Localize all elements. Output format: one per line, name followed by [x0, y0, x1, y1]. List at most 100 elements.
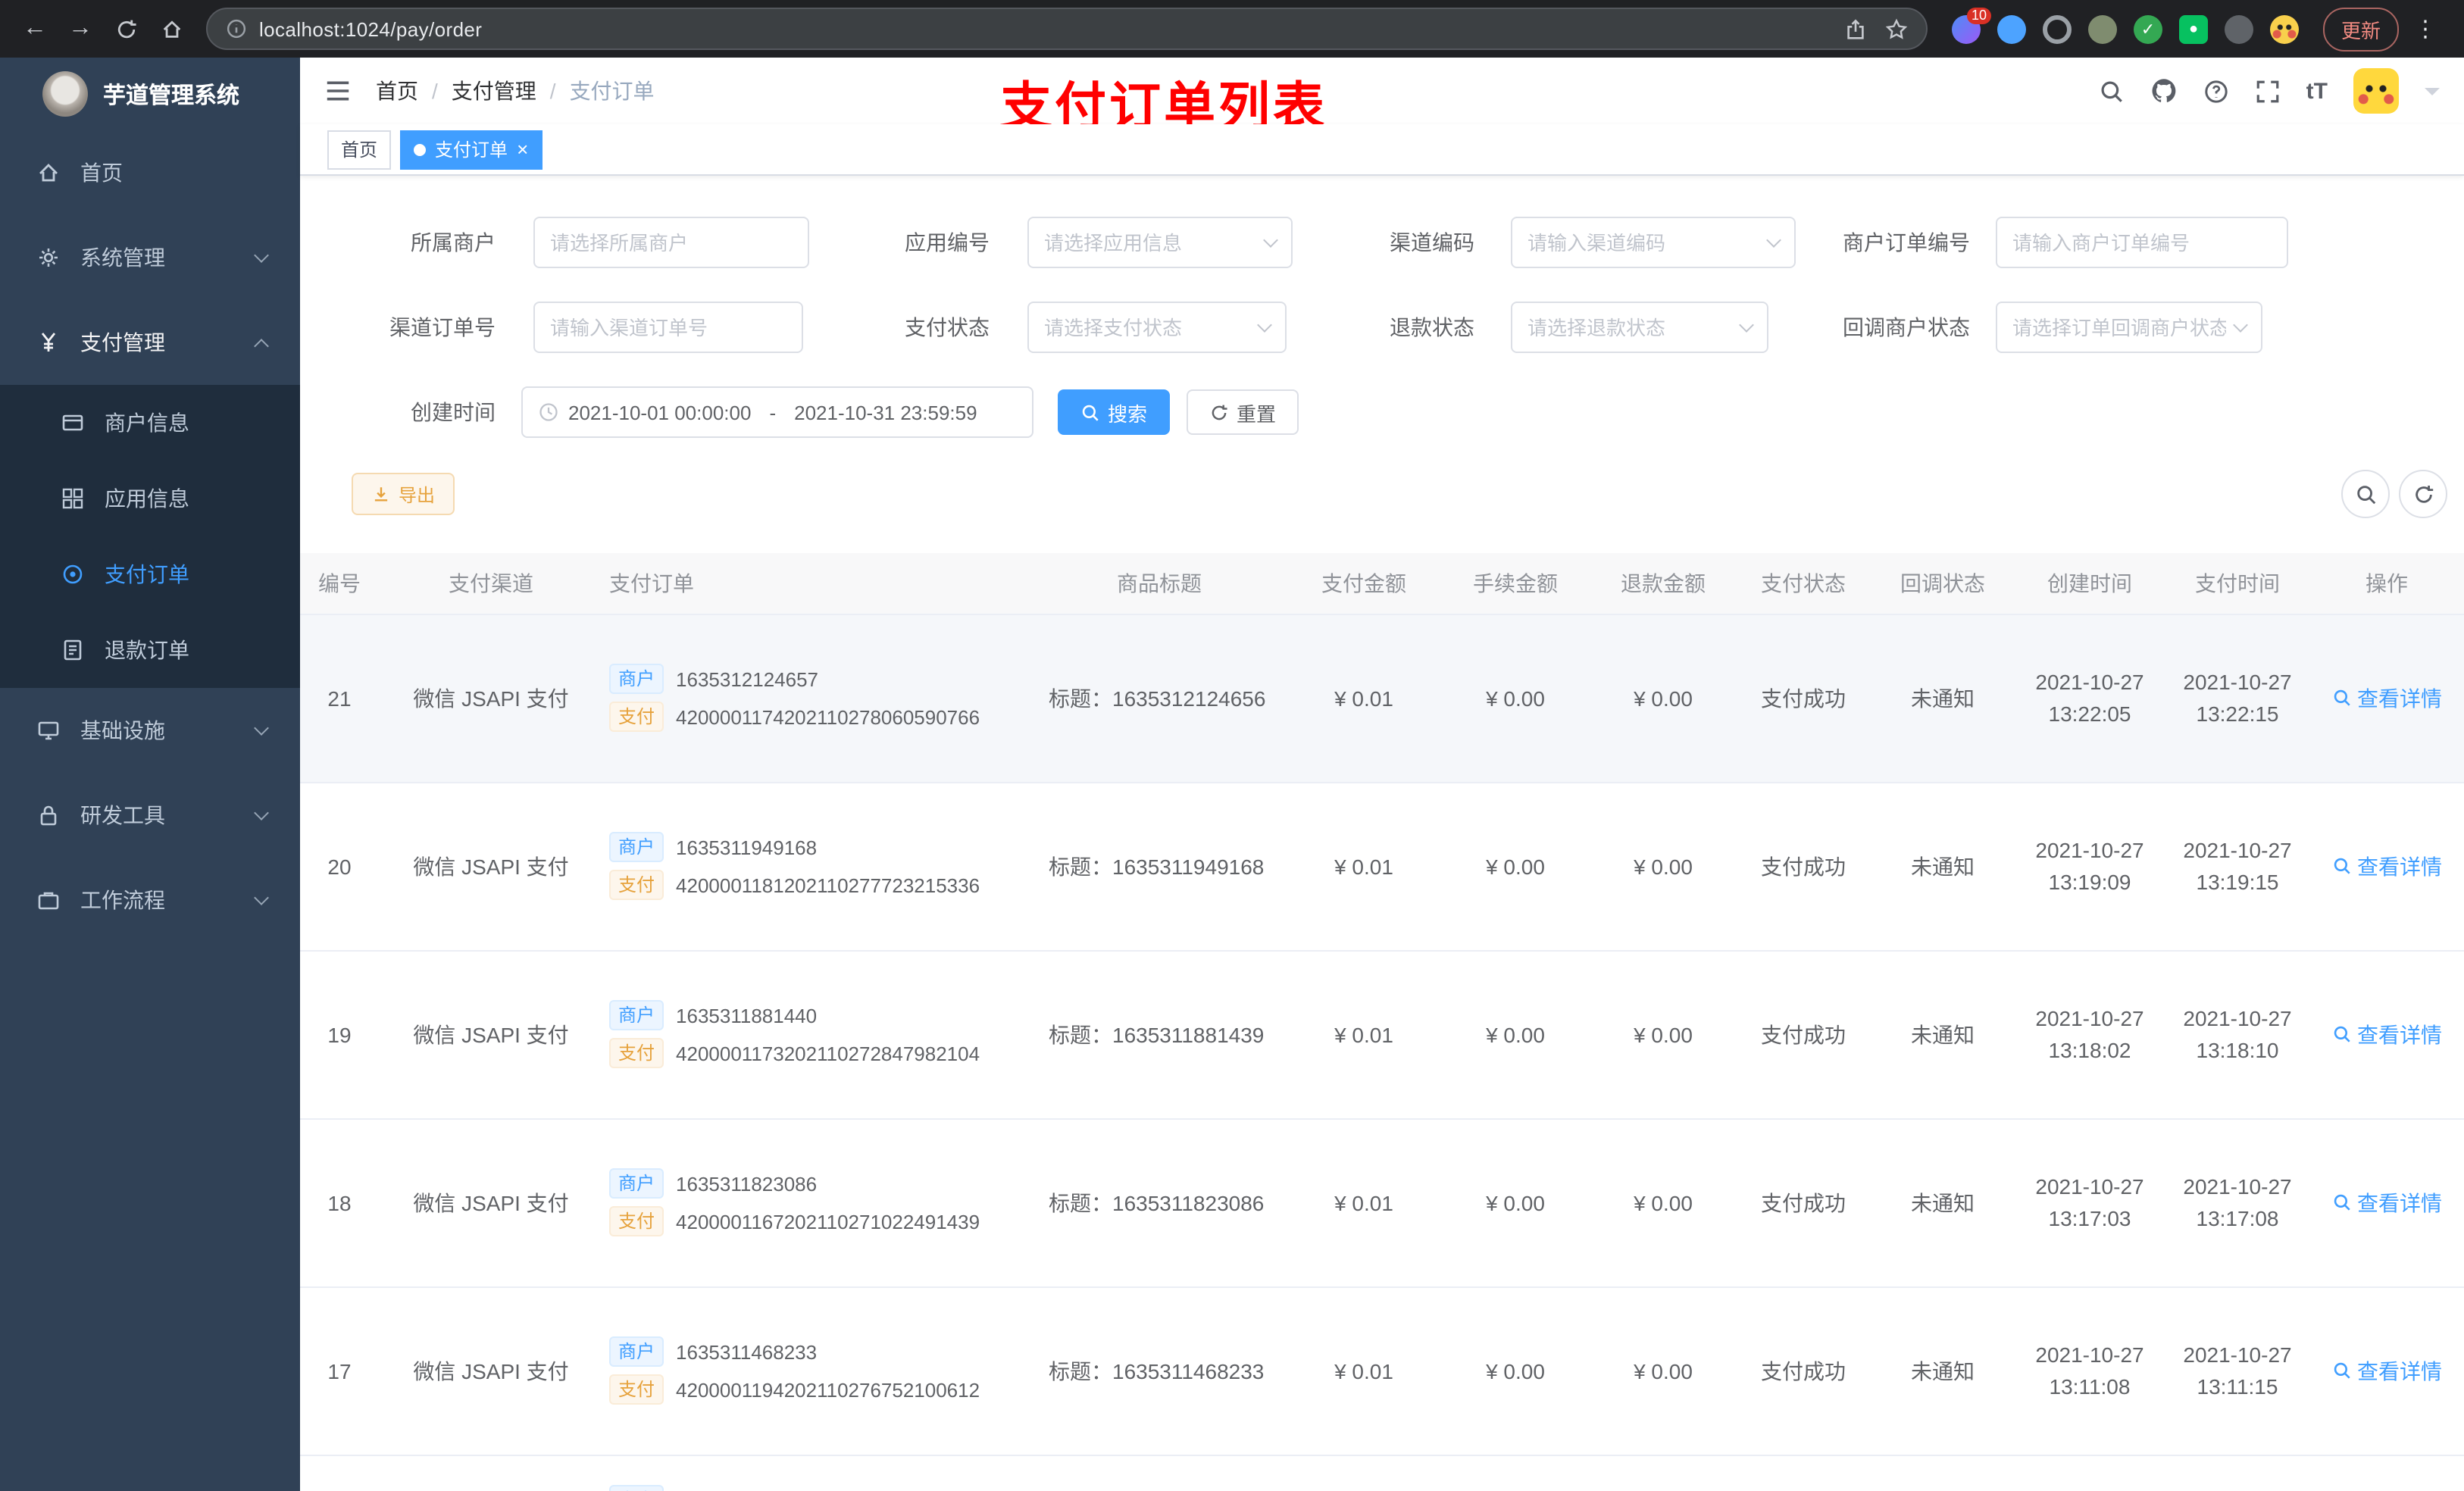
order-number: 4200001181202110277723215336: [676, 874, 980, 896]
extension-icon-5[interactable]: ✓: [2134, 14, 2162, 43]
table-cell: ¥ 0.00: [1440, 950, 1591, 1119]
table-cell: ¥ 0.00: [1440, 1286, 1591, 1455]
export-button[interactable]: 导出: [352, 473, 455, 515]
extension-icon-8[interactable]: [2270, 14, 2299, 43]
table-cell: 未通知: [1871, 782, 2014, 951]
share-icon[interactable]: [1844, 17, 1867, 40]
table-cell: 查看详情: [2309, 950, 2464, 1119]
sidebar-item-system[interactable]: 系统管理: [0, 215, 300, 300]
channel-code-input[interactable]: [1527, 231, 1759, 254]
extension-icon-4[interactable]: [2088, 14, 2117, 43]
pay-status-select[interactable]: [1027, 302, 1287, 353]
app-logo: [42, 71, 88, 117]
info-icon[interactable]: [226, 18, 247, 39]
extension-icon-2[interactable]: [1997, 14, 2026, 43]
close-icon[interactable]: ×: [517, 139, 528, 159]
browser-toolbar: ← → localhost:1024/pay/order 10 ✓ ● 更新 ⋮: [0, 0, 2464, 58]
toggle-search-button[interactable]: [2341, 470, 2390, 518]
channel-code-select[interactable]: [1511, 217, 1796, 268]
forward-icon[interactable]: →: [61, 9, 100, 48]
refresh-table-button[interactable]: [2399, 470, 2447, 518]
help-icon[interactable]: [2203, 78, 2229, 104]
user-avatar[interactable]: [2353, 68, 2399, 114]
sidebar-item-infra[interactable]: 基础设施: [0, 688, 300, 773]
table-cell: 支付成功: [1735, 614, 1871, 783]
yen-icon: [35, 330, 61, 355]
bookmark-star-icon[interactable]: [1885, 17, 1908, 40]
back-icon[interactable]: ←: [15, 9, 55, 48]
channel-order-no-input[interactable]: [550, 316, 786, 339]
breadcrumb-home[interactable]: 首页: [376, 76, 418, 106]
notify-status-input[interactable]: [2012, 316, 2226, 339]
table-cell: [2165, 1455, 2309, 1491]
table-cell: 微信 JSAPI 支付: [391, 1286, 591, 1455]
view-detail-link[interactable]: 查看详情: [2331, 1355, 2442, 1386]
fullscreen-icon[interactable]: [2255, 78, 2281, 104]
table-cell: [2014, 1455, 2165, 1491]
update-button[interactable]: 更新: [2323, 7, 2400, 51]
table-cell: 2021-10-27 13:22:15: [2165, 614, 2309, 783]
merchant-order-no-input[interactable]: [2012, 231, 2272, 254]
font-size-icon[interactable]: tT: [2306, 78, 2328, 104]
date-range-picker[interactable]: 2021-10-01 00:00:00 - 2021-10-31 23:59:5…: [521, 386, 1033, 438]
sidebar-item-workflow[interactable]: 工作流程: [0, 858, 300, 942]
order-number: 1635312124657: [676, 667, 819, 690]
sidebar-item-merchant-info[interactable]: 商户信息: [0, 385, 300, 461]
sidebar-item-app-info[interactable]: 应用信息: [0, 461, 300, 536]
merchant-select[interactable]: [533, 217, 809, 268]
pay-status-input[interactable]: [1044, 316, 1250, 339]
app-no-input[interactable]: [1044, 231, 1256, 254]
channel-order-no-field[interactable]: [533, 302, 803, 353]
breadcrumb-pay[interactable]: 支付管理: [452, 76, 536, 106]
column-header: 支付订单: [591, 553, 1030, 614]
github-icon[interactable]: [2150, 77, 2178, 105]
download-icon: [374, 486, 388, 501]
sidebar-item-pay-order[interactable]: 支付订单: [0, 536, 300, 612]
table-cell: 查看详情: [2309, 782, 2464, 951]
merchant-input[interactable]: [550, 231, 793, 254]
browser-menu-icon[interactable]: ⋮: [2405, 15, 2447, 42]
table-cell: 标题：1635311468233: [1030, 1286, 1288, 1455]
url-bar[interactable]: localhost:1024/pay/order: [206, 8, 1928, 50]
sidebar-item-devtools[interactable]: 研发工具: [0, 773, 300, 858]
chevron-down-icon: [254, 720, 269, 736]
sidebar-item-label: 支付管理: [80, 330, 165, 355]
search-icon[interactable]: [2099, 78, 2125, 104]
view-detail-link[interactable]: 查看详情: [2331, 851, 2442, 881]
sidebar-item-home[interactable]: 首页: [0, 130, 300, 215]
dashboard-icon: [35, 160, 61, 186]
reset-button[interactable]: 重置: [1187, 389, 1299, 435]
sidebar-item-pay[interactable]: 支付管理: [0, 300, 300, 385]
caret-down-icon[interactable]: [2425, 87, 2440, 102]
hamburger-icon[interactable]: [324, 79, 352, 103]
pay-tag: 支付: [609, 702, 664, 732]
view-detail-link[interactable]: 查看详情: [2331, 683, 2442, 713]
refund-status-input[interactable]: [1527, 316, 1732, 339]
table-cell: 未通知: [1871, 1118, 2014, 1287]
sidebar-item-refund-order[interactable]: 退款订单: [0, 612, 300, 688]
table-cell: 商户 1635311949168 支付 42000011812021102777232…: [591, 782, 1030, 951]
view-detail-link[interactable]: 查看详情: [2331, 1019, 2442, 1049]
table-cell: ¥ 0.01: [1288, 782, 1440, 951]
search-button[interactable]: 搜索: [1058, 389, 1171, 435]
breadcrumb-separator: /: [432, 79, 438, 103]
app-no-select[interactable]: [1027, 217, 1293, 268]
extension-icon-3[interactable]: [2043, 14, 2072, 43]
table-cell: 2021-10-27 13:19:15: [2165, 782, 2309, 951]
extension-icon-6[interactable]: ●: [2179, 14, 2208, 43]
notify-status-select[interactable]: [1996, 302, 2262, 353]
refund-status-select[interactable]: [1511, 302, 1768, 353]
table-row: 20 微信 JSAPI 支付 商户 1635311949168 支付 4200001181…: [300, 782, 2464, 951]
tab-pay-order[interactable]: 支付订单 ×: [400, 130, 543, 169]
refresh-icon[interactable]: [106, 9, 145, 48]
home-icon[interactable]: [152, 9, 191, 48]
table-cell: [1288, 1455, 1440, 1491]
url-text: localhost:1024/pay/order: [259, 17, 483, 40]
table-cell: [300, 1455, 391, 1491]
extension-icon-1[interactable]: 10: [1952, 7, 1991, 43]
view-detail-link[interactable]: 查看详情: [2331, 1187, 2442, 1217]
merchant-order-no-field[interactable]: [1996, 217, 2288, 268]
extension-icon-7[interactable]: [2225, 14, 2253, 43]
tab-home[interactable]: 首页: [327, 130, 392, 169]
chevron-down-icon: [254, 805, 269, 821]
